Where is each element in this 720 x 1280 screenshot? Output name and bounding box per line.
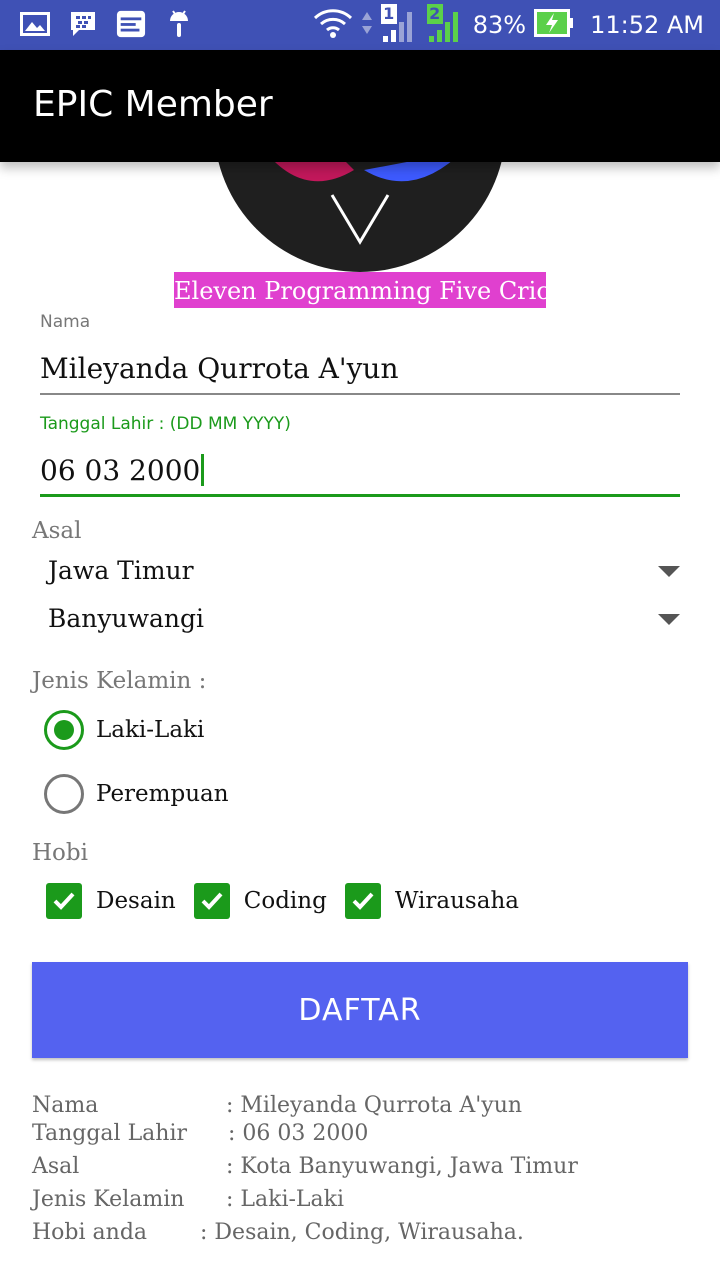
tanggal-label: Tanggal Lahir : (DD MM YYYY): [40, 414, 291, 434]
hobi-checkboxes: Desain Coding Wirausaha: [46, 882, 537, 920]
radio-unchecked-icon: [44, 774, 84, 814]
android-icon: [164, 9, 194, 39]
kota-value: Banyuwangi: [48, 604, 205, 633]
checkbox-label: Wirausaha: [394, 888, 519, 914]
checkbox-desain[interactable]: Desain: [46, 883, 176, 919]
dropdown-arrow-icon: [658, 566, 680, 577]
result-key: Jenis Kelamin: [32, 1187, 185, 1212]
result-key: Hobi anda: [32, 1220, 148, 1245]
tanggal-value: 06 03 2000: [40, 454, 201, 487]
logo-caption: Eleven Programming Five Crick: [174, 272, 546, 308]
signal-sim1-icon: 1: [380, 4, 419, 44]
result-key: Asal: [32, 1154, 80, 1179]
radio-checked-icon: [44, 710, 84, 750]
result-value: : Kota Banyuwangi, Jawa Timur: [226, 1154, 578, 1179]
radio-perempuan[interactable]: Perempuan: [44, 774, 229, 814]
gender-label: Jenis Kelamin :: [32, 668, 207, 694]
result-value: : Laki-Laki: [226, 1187, 345, 1212]
tanggal-input[interactable]: 06 03 2000: [40, 454, 205, 487]
tanggal-underline: [40, 494, 680, 497]
provinsi-spinner[interactable]: Jawa Timur: [46, 556, 686, 596]
result-key: Nama: [32, 1093, 99, 1118]
asal-label: Asal: [32, 518, 82, 544]
wifi-icon: [313, 8, 353, 42]
radio-laki-laki[interactable]: Laki-Laki: [44, 710, 204, 750]
result-value: : Mileyanda Qurrota A'yun: [226, 1093, 523, 1118]
result-value: : 06 03 2000: [228, 1121, 369, 1146]
app-bar: EPIC Member: [0, 50, 720, 162]
hobi-label: Hobi: [32, 840, 88, 866]
nama-underline: [40, 393, 680, 395]
battery-charging-icon: [534, 9, 574, 41]
checkbox-checked-icon: [344, 883, 381, 919]
nama-input[interactable]: Mileyanda Qurrota A'yun: [40, 352, 398, 385]
data-arrows-icon: [361, 10, 373, 40]
nama-label: Nama: [40, 312, 91, 332]
bbm-icon: [68, 9, 98, 39]
kota-spinner[interactable]: Banyuwangi: [46, 604, 686, 644]
status-bar: 1 2 83% 11:52 AM: [0, 0, 720, 50]
radio-label: Laki-Laki: [96, 717, 205, 743]
provinsi-value: Jawa Timur: [48, 556, 194, 585]
checkbox-checked-icon: [46, 883, 82, 919]
news-app-icon: [116, 9, 146, 39]
checkbox-label: Desain: [96, 888, 176, 914]
clock: 11:52 AM: [590, 11, 704, 39]
gallery-icon: [20, 9, 50, 39]
result-key: Tanggal Lahir: [32, 1121, 188, 1146]
battery-percent: 83%: [472, 11, 527, 39]
app-title: EPIC Member: [33, 84, 273, 125]
signal-sim2-icon: 2: [426, 4, 465, 44]
text-cursor: [201, 454, 205, 486]
radio-label: Perempuan: [96, 781, 229, 807]
checkbox-wirausaha[interactable]: Wirausaha: [344, 883, 519, 919]
dropdown-arrow-icon: [658, 614, 680, 625]
result-value: : Desain, Coding, Wirausaha.: [200, 1220, 524, 1245]
checkbox-coding[interactable]: Coding: [193, 883, 327, 919]
checkbox-checked-icon: [193, 883, 230, 919]
daftar-button[interactable]: DAFTAR: [32, 962, 688, 1058]
checkbox-label: Coding: [243, 888, 327, 914]
